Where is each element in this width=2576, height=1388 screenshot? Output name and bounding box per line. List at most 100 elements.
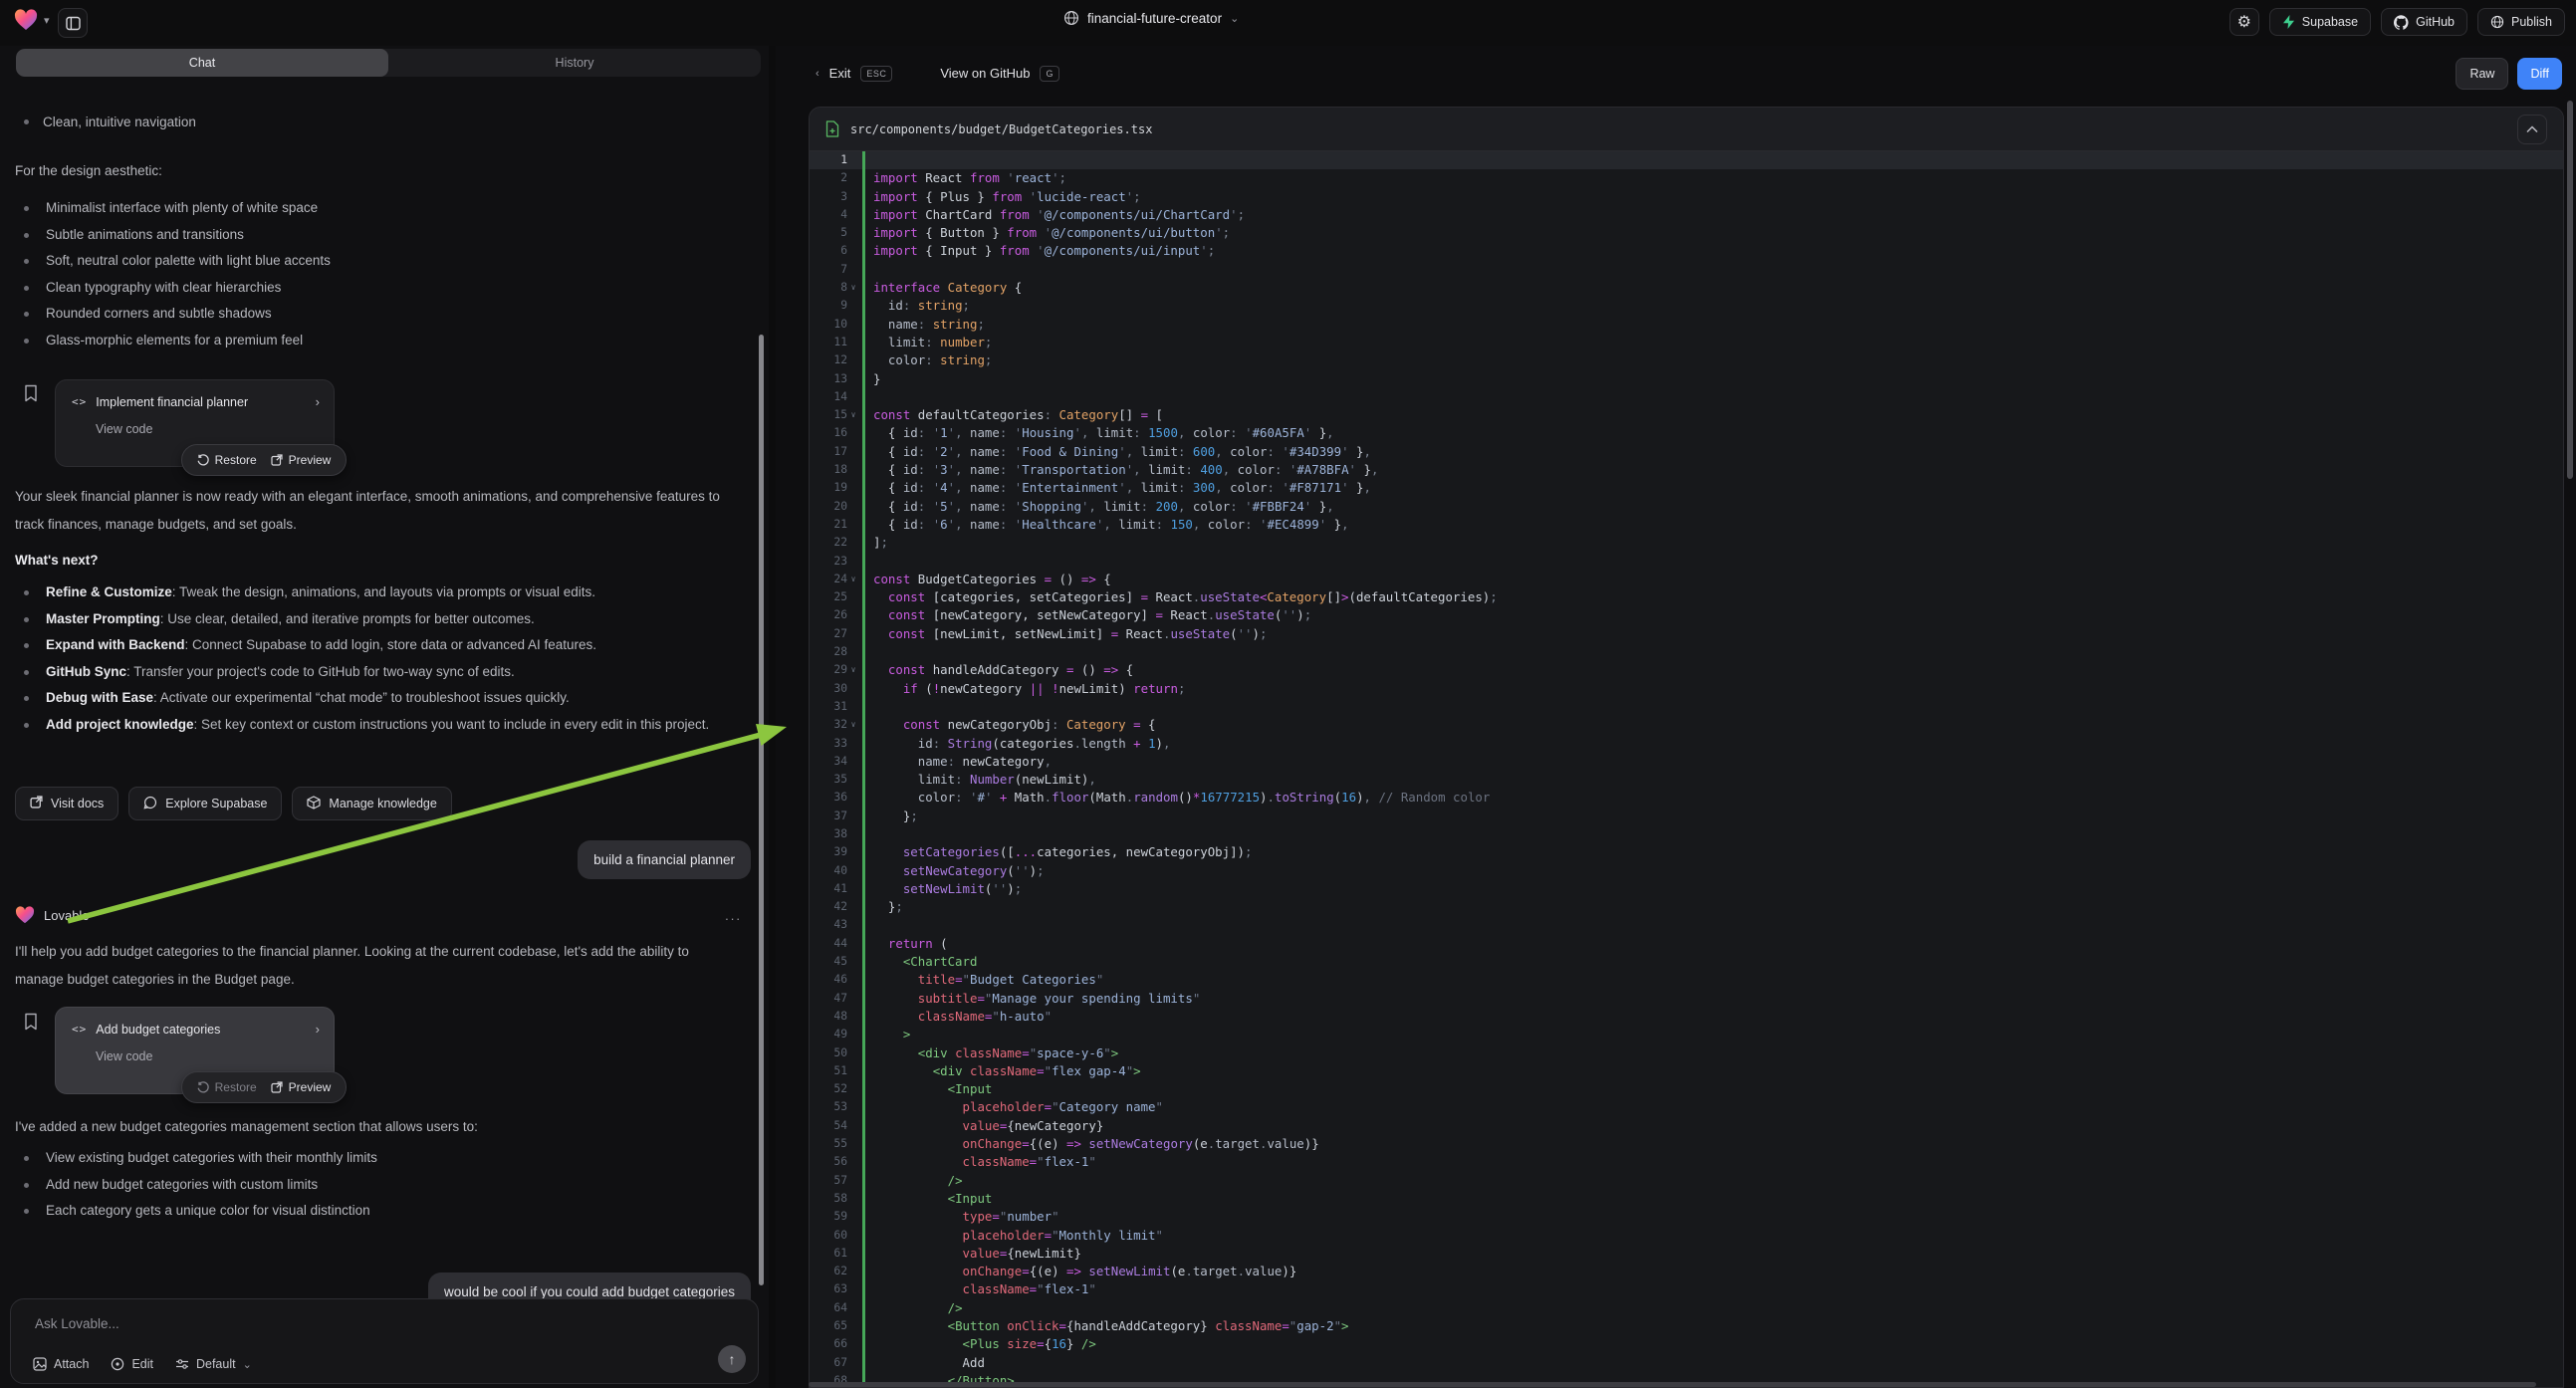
code-line[interactable]: 58 <Input	[810, 1190, 2563, 1208]
message-menu-button[interactable]: ...	[725, 908, 742, 923]
preview-button[interactable]: Preview	[271, 453, 332, 467]
preview-button[interactable]: Preview	[271, 1080, 332, 1094]
code-line[interactable]: 8∨interface Category {	[810, 279, 2563, 297]
code-line[interactable]: 35 limit: Number(newLimit),	[810, 771, 2563, 789]
edit-mode-button[interactable]: Edit	[111, 1357, 153, 1371]
restore-button[interactable]: Restore	[197, 453, 257, 467]
code-line[interactable]: 40 setNewCategory('');	[810, 862, 2563, 880]
file-header[interactable]: src/components/budget/BudgetCategories.t…	[810, 108, 2563, 151]
code-line[interactable]: 16 { id: '1', name: 'Housing', limit: 15…	[810, 424, 2563, 442]
code-line[interactable]: 67 Add	[810, 1354, 2563, 1372]
code-line[interactable]: 7	[810, 261, 2563, 279]
collapse-file-button[interactable]	[2517, 115, 2547, 144]
code-vertical-scrollbar[interactable]	[2567, 101, 2573, 479]
code-line[interactable]: 55 onChange={(e) => setNewCategory(e.tar…	[810, 1135, 2563, 1153]
code-line[interactable]: 56 className="flex-1"	[810, 1153, 2563, 1171]
code-line[interactable]: 3import { Plus } from 'lucide-react';	[810, 188, 2563, 206]
code-line[interactable]: 60 placeholder="Monthly limit"	[810, 1227, 2563, 1245]
code-line[interactable]: 34 name: newCategory,	[810, 753, 2563, 771]
code-line[interactable]: 30 if (!newCategory || !newLimit) return…	[810, 680, 2563, 698]
code-line[interactable]: 66 <Plus size={16} />	[810, 1335, 2563, 1353]
diff-toggle-button[interactable]: Diff	[2517, 58, 2562, 90]
code-line[interactable]: 21 { id: '6', name: 'Healthcare', limit:…	[810, 516, 2563, 534]
code-line[interactable]: 47 subtitle="Manage your spending limits…	[810, 990, 2563, 1008]
code-line[interactable]: 31	[810, 698, 2563, 716]
code-line[interactable]: 38	[810, 825, 2563, 843]
code-line[interactable]: 25 const [categories, setCategories] = R…	[810, 588, 2563, 606]
code-line[interactable]: 59 type="number"	[810, 1208, 2563, 1226]
view-code-link[interactable]: View code	[96, 1049, 320, 1063]
code-line[interactable]: 5import { Button } from '@/components/ui…	[810, 224, 2563, 242]
chat-scrollbar[interactable]	[759, 335, 764, 1285]
code-line[interactable]: 42 };	[810, 898, 2563, 916]
code-line[interactable]: 10 name: string;	[810, 316, 2563, 334]
code-line[interactable]: 32∨ const newCategoryObj: Category = {	[810, 716, 2563, 734]
code-line[interactable]: 37 };	[810, 808, 2563, 825]
code-line[interactable]: 45 <ChartCard	[810, 953, 2563, 971]
code-line[interactable]: 52 <Input	[810, 1080, 2563, 1098]
code-line[interactable]: 2import React from 'react';	[810, 169, 2563, 187]
tab-history[interactable]: History	[388, 49, 761, 77]
exit-button[interactable]: Exit	[829, 66, 851, 81]
fold-chevron-icon[interactable]: ∨	[847, 716, 859, 734]
code-editor[interactable]: 12import React from 'react';3import { Pl…	[810, 151, 2563, 1388]
chat-input-box[interactable]: Ask Lovable... Attach Edit Default ⌄ ↑	[10, 1298, 759, 1384]
lovable-logo-icon[interactable]	[14, 9, 38, 31]
code-line[interactable]: 22];	[810, 534, 2563, 552]
code-line[interactable]: 23	[810, 553, 2563, 571]
code-line[interactable]: 20 { id: '5', name: 'Shopping', limit: 2…	[810, 498, 2563, 516]
code-line[interactable]: 9 id: string;	[810, 297, 2563, 315]
code-line[interactable]: 41 setNewLimit('');	[810, 880, 2563, 898]
tab-chat[interactable]: Chat	[16, 49, 388, 77]
explore-supabase-button[interactable]: Explore Supabase	[128, 787, 282, 820]
code-line[interactable]: 48 className="h-auto"	[810, 1008, 2563, 1026]
fold-chevron-icon[interactable]: ∨	[847, 406, 859, 424]
code-line[interactable]: 28	[810, 643, 2563, 661]
restore-button[interactable]: Restore	[197, 1080, 257, 1094]
code-line[interactable]: 36 color: '#' + Math.floor(Math.random()…	[810, 789, 2563, 807]
manage-knowledge-button[interactable]: Manage knowledge	[292, 787, 451, 820]
code-line[interactable]: 43	[810, 916, 2563, 934]
code-line[interactable]: 64 />	[810, 1299, 2563, 1317]
code-line[interactable]: 63 className="flex-1"	[810, 1280, 2563, 1298]
visit-docs-button[interactable]: Visit docs	[15, 787, 118, 820]
code-line[interactable]: 26 const [newCategory, setNewCategory] =…	[810, 606, 2563, 624]
code-line[interactable]: 49 >	[810, 1026, 2563, 1043]
code-line[interactable]: 62 onChange={(e) => setNewLimit(e.target…	[810, 1263, 2563, 1280]
code-line[interactable]: 39 setCategories([...categories, newCate…	[810, 843, 2563, 861]
code-line[interactable]: 17 { id: '2', name: 'Food & Dining', lim…	[810, 443, 2563, 461]
bookmark-icon[interactable]	[24, 384, 38, 402]
raw-toggle-button[interactable]: Raw	[2456, 58, 2508, 90]
code-line[interactable]: 44 return (	[810, 935, 2563, 953]
code-line[interactable]: 54 value={newCategory}	[810, 1117, 2563, 1135]
attach-button[interactable]: Attach	[33, 1357, 89, 1371]
code-line[interactable]: 13}	[810, 370, 2563, 388]
publish-button[interactable]: Publish	[2477, 8, 2565, 36]
code-line[interactable]: 6import { Input } from '@/components/ui/…	[810, 242, 2563, 260]
code-line[interactable]: 11 limit: number;	[810, 334, 2563, 351]
supabase-button[interactable]: Supabase	[2269, 8, 2371, 36]
logo-menu-chevron-icon[interactable]: ▾	[44, 14, 50, 27]
view-code-link[interactable]: View code	[96, 422, 320, 436]
fold-chevron-icon[interactable]: ∨	[847, 571, 859, 588]
bookmark-icon[interactable]	[24, 1013, 38, 1031]
code-line[interactable]: 29∨ const handleAddCategory = () => {	[810, 661, 2563, 679]
fold-chevron-icon[interactable]: ∨	[847, 279, 859, 297]
code-horizontal-scrollbar[interactable]	[809, 1382, 2536, 1387]
code-line[interactable]: 24∨const BudgetCategories = () => {	[810, 571, 2563, 588]
code-line[interactable]: 65 <Button onClick={handleAddCategory} c…	[810, 1317, 2563, 1335]
code-line[interactable]: 14	[810, 388, 2563, 406]
code-line[interactable]: 18 { id: '3', name: 'Transportation', li…	[810, 461, 2563, 479]
code-line[interactable]: 50 <div className="space-y-6">	[810, 1044, 2563, 1062]
code-line[interactable]: 33 id: String(categories.length + 1),	[810, 735, 2563, 753]
model-selector[interactable]: Default ⌄	[175, 1357, 252, 1371]
code-line[interactable]: 53 placeholder="Category name"	[810, 1098, 2563, 1116]
code-line[interactable]: 4import ChartCard from '@/components/ui/…	[810, 206, 2563, 224]
code-line[interactable]: 57 />	[810, 1172, 2563, 1190]
code-line[interactable]: 27 const [newLimit, setNewLimit] = React…	[810, 625, 2563, 643]
view-on-github-button[interactable]: View on GitHub	[940, 66, 1030, 81]
code-line[interactable]: 46 title="Budget Categories"	[810, 971, 2563, 989]
code-line[interactable]: 61 value={newLimit}	[810, 1245, 2563, 1263]
code-line[interactable]: 51 <div className="flex gap-4">	[810, 1062, 2563, 1080]
code-line[interactable]: 1	[810, 151, 2563, 169]
